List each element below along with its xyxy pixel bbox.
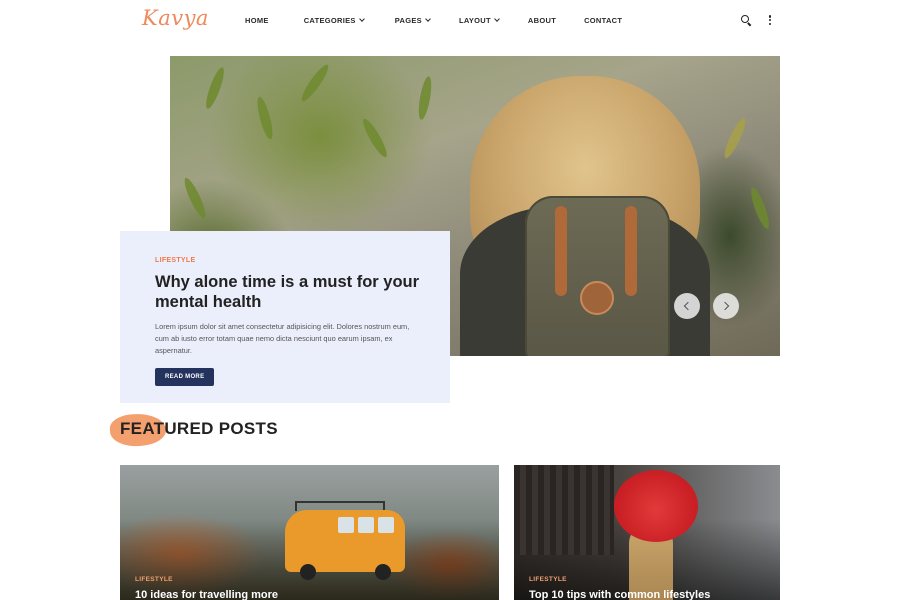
search-icon[interactable]	[740, 14, 752, 26]
nav-item-categories[interactable]: CATEGORIES	[303, 16, 365, 25]
nav-item-label: CATEGORIES	[303, 16, 356, 25]
nav-item-layout[interactable]: LAYOUT	[458, 16, 500, 25]
section-title: FEATURED POSTS	[120, 419, 278, 438]
nav-item-label: ABOUT	[527, 16, 557, 25]
read-more-button[interactable]: READ MORE	[155, 367, 215, 386]
header-actions	[740, 14, 772, 26]
featured-post-card[interactable]: LIFESTYLE Top 10 tips with common lifest…	[514, 465, 780, 600]
chevron-down-icon	[358, 16, 365, 22]
main-nav: HOME CATEGORIES PAGES LAYOUT ABOUT CONTA…	[245, 16, 622, 25]
nav-item-pages[interactable]: PAGES	[394, 16, 431, 25]
slider-prev-button[interactable]	[674, 293, 700, 319]
site-logo[interactable]: Kavya	[142, 6, 209, 30]
slider-next-button[interactable]	[713, 293, 739, 319]
nav-item-contact[interactable]: CONTACT	[584, 16, 622, 25]
nav-item-label: CONTACT	[584, 16, 623, 25]
hero-category[interactable]: LIFESTYLE	[155, 257, 415, 264]
post-title[interactable]: 10 ideas for travelling more	[135, 589, 278, 600]
hero-card: LIFESTYLE Why alone time is a must for y…	[120, 231, 450, 403]
hero-title[interactable]: Why alone time is a must for your mental…	[155, 272, 420, 312]
post-title[interactable]: Top 10 tips with common lifestyles	[529, 589, 710, 600]
featured-post-card[interactable]: LIFESTYLE 10 ideas for travelling more	[120, 465, 499, 600]
nav-item-label: LAYOUT	[458, 16, 491, 25]
post-category[interactable]: LIFESTYLE	[135, 576, 173, 583]
chevron-down-icon	[494, 16, 500, 22]
chevron-down-icon	[425, 16, 431, 22]
nav-item-label: HOME	[245, 16, 269, 25]
nav-item-home[interactable]: HOME	[245, 16, 269, 25]
post-category[interactable]: LIFESTYLE	[529, 576, 567, 583]
nav-item-label: PAGES	[394, 16, 422, 25]
nav-item-about[interactable]: ABOUT	[528, 16, 556, 25]
kebab-menu-icon[interactable]	[768, 14, 772, 26]
hero-excerpt: Lorem ipsum dolor sit amet consectetur a…	[155, 322, 410, 356]
site-header: Kavya HOME CATEGORIES PAGES LAYOUT ABOUT…	[0, 0, 900, 44]
